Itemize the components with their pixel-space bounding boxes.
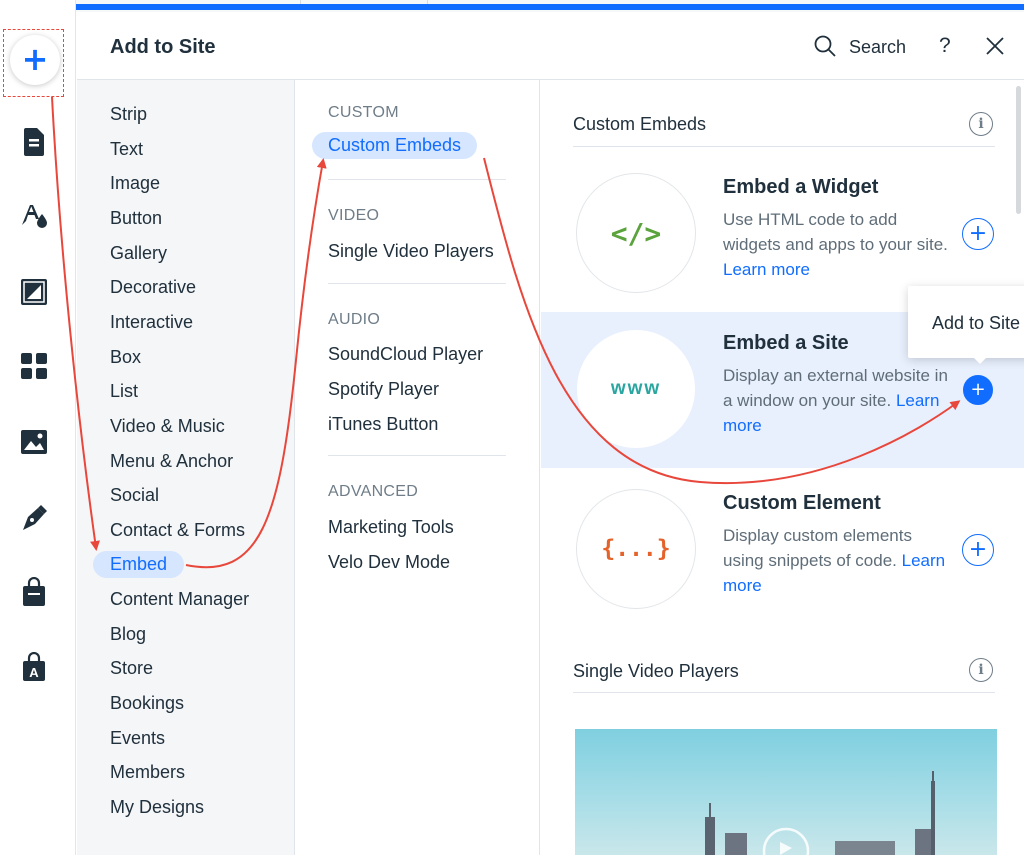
- category-social[interactable]: Social: [110, 485, 159, 506]
- info-icon[interactable]: i: [969, 112, 993, 136]
- plus-icon: +: [968, 220, 988, 246]
- category-events[interactable]: Events: [110, 728, 165, 749]
- card-title: Custom Element: [723, 492, 881, 514]
- top-bar-accent: [76, 4, 1024, 10]
- category-image[interactable]: Image: [110, 173, 160, 194]
- close-icon[interactable]: [984, 35, 1006, 57]
- content-scrollbar[interactable]: [1016, 86, 1021, 214]
- category-strip[interactable]: Strip: [110, 104, 147, 125]
- subsection-heading-audio: AUDIO: [328, 311, 381, 328]
- custom-element-card[interactable]: {...} Custom Element Display custom elem…: [541, 472, 1024, 628]
- video-player-preview[interactable]: [575, 729, 997, 855]
- card-description-text: Use HTML code to add widgets and apps to…: [723, 210, 948, 254]
- city-skyline-image: [705, 771, 935, 855]
- plus-icon: +: [970, 378, 986, 400]
- site-design-icon[interactable]: [19, 201, 49, 231]
- sub-item-custom-embeds[interactable]: Custom Embeds: [312, 132, 478, 159]
- category-embed[interactable]: Embed: [93, 551, 185, 578]
- panel-header: Add to Site Search ?: [77, 12, 1024, 80]
- tooltip-text: Add to Site: [932, 313, 1021, 333]
- svg-text:A: A: [29, 665, 39, 680]
- html-code-thumbnail: </>: [576, 173, 696, 293]
- category-contact-forms[interactable]: Contact & Forms: [110, 520, 245, 541]
- learn-more-link[interactable]: Learn more: [723, 260, 810, 279]
- sub-item-soundcloud-player[interactable]: SoundCloud Player: [328, 344, 483, 365]
- category-blog[interactable]: Blog: [110, 624, 146, 645]
- category-box[interactable]: Box: [110, 347, 141, 368]
- category-decorative[interactable]: Decorative: [110, 277, 196, 298]
- category-button[interactable]: Button: [110, 208, 162, 229]
- category-interactive[interactable]: Interactive: [110, 312, 193, 333]
- card-title: Embed a Widget: [723, 176, 879, 198]
- add-custom-element-button[interactable]: +: [962, 534, 994, 566]
- card-description: Display custom elements using snippets o…: [723, 523, 953, 598]
- media-icon[interactable]: [19, 427, 49, 457]
- sub-item-velo-dev-mode[interactable]: Velo Dev Mode: [328, 552, 450, 573]
- sub-item-marketing-tools[interactable]: Marketing Tools: [328, 517, 454, 538]
- category-store[interactable]: Store: [110, 658, 153, 679]
- category-list-item[interactable]: List: [110, 381, 138, 402]
- background-icon[interactable]: [19, 277, 49, 307]
- pages-icon[interactable]: [19, 127, 49, 157]
- card-description: Display an external website in a window …: [723, 363, 953, 438]
- sub-item-spotify-player[interactable]: Spotify Player: [328, 379, 439, 400]
- category-text[interactable]: Text: [110, 139, 143, 160]
- info-icon[interactable]: i: [969, 658, 993, 682]
- category-members[interactable]: Members: [110, 762, 185, 783]
- search-icon[interactable]: [813, 34, 837, 58]
- editor-top-bar: [76, 0, 1024, 12]
- blog-pen-icon[interactable]: [19, 503, 49, 533]
- code-icon: </>: [610, 216, 662, 250]
- add-apps-icon[interactable]: [19, 351, 49, 381]
- card-description: Use HTML code to add widgets and apps to…: [723, 207, 953, 282]
- section-divider: [573, 146, 995, 147]
- category-gallery[interactable]: Gallery: [110, 243, 167, 264]
- www-icon: www: [610, 378, 662, 399]
- divider: [328, 455, 506, 456]
- section-divider: [573, 692, 995, 693]
- category-bookings[interactable]: Bookings: [110, 693, 184, 714]
- subsection-heading-advanced: ADVANCED: [328, 483, 419, 500]
- annotation-highlight-box: [3, 29, 64, 97]
- divider: [328, 179, 506, 180]
- plus-icon: +: [968, 536, 988, 562]
- subsection-heading-custom: CUSTOM: [328, 104, 399, 121]
- subsection-heading-video: VIDEO: [328, 207, 380, 224]
- category-video-music[interactable]: Video & Music: [110, 416, 225, 437]
- card-title: Embed a Site: [723, 332, 849, 354]
- custom-element-thumbnail: {...}: [576, 489, 696, 609]
- store-bag-icon[interactable]: [19, 577, 49, 607]
- tool-rail: + A: [0, 0, 76, 855]
- add-widget-button[interactable]: +: [962, 218, 994, 250]
- section-title-custom-embeds: Custom Embeds: [573, 114, 707, 134]
- add-site-button[interactable]: +: [963, 375, 993, 405]
- divider: [328, 283, 506, 284]
- panel-title: Add to Site: [110, 36, 216, 58]
- card-description-text: Display custom elements using snippets o…: [723, 526, 912, 570]
- category-list: Strip Text Image Button Gallery Decorati…: [77, 80, 295, 855]
- sub-item-single-video-players[interactable]: Single Video Players: [328, 241, 494, 262]
- section-title-single-video-players: Single Video Players: [573, 661, 739, 681]
- add-to-site-tooltip: Add to Site: [908, 286, 1024, 364]
- app-market-icon[interactable]: A: [19, 652, 49, 682]
- category-content-manager[interactable]: Content Manager: [110, 589, 249, 610]
- www-thumbnail: www: [576, 329, 696, 449]
- category-menu-anchor[interactable]: Menu & Anchor: [110, 451, 233, 472]
- sub-item-itunes-button[interactable]: iTunes Button: [328, 414, 438, 435]
- category-my-designs[interactable]: My Designs: [110, 797, 204, 818]
- subcategory-list: CUSTOM Custom Embeds VIDEO Single Video …: [295, 80, 540, 855]
- search-button[interactable]: Search: [849, 37, 906, 58]
- help-icon[interactable]: ?: [939, 34, 951, 58]
- tooltip-arrow: [972, 356, 988, 364]
- braces-icon: {...}: [601, 536, 671, 562]
